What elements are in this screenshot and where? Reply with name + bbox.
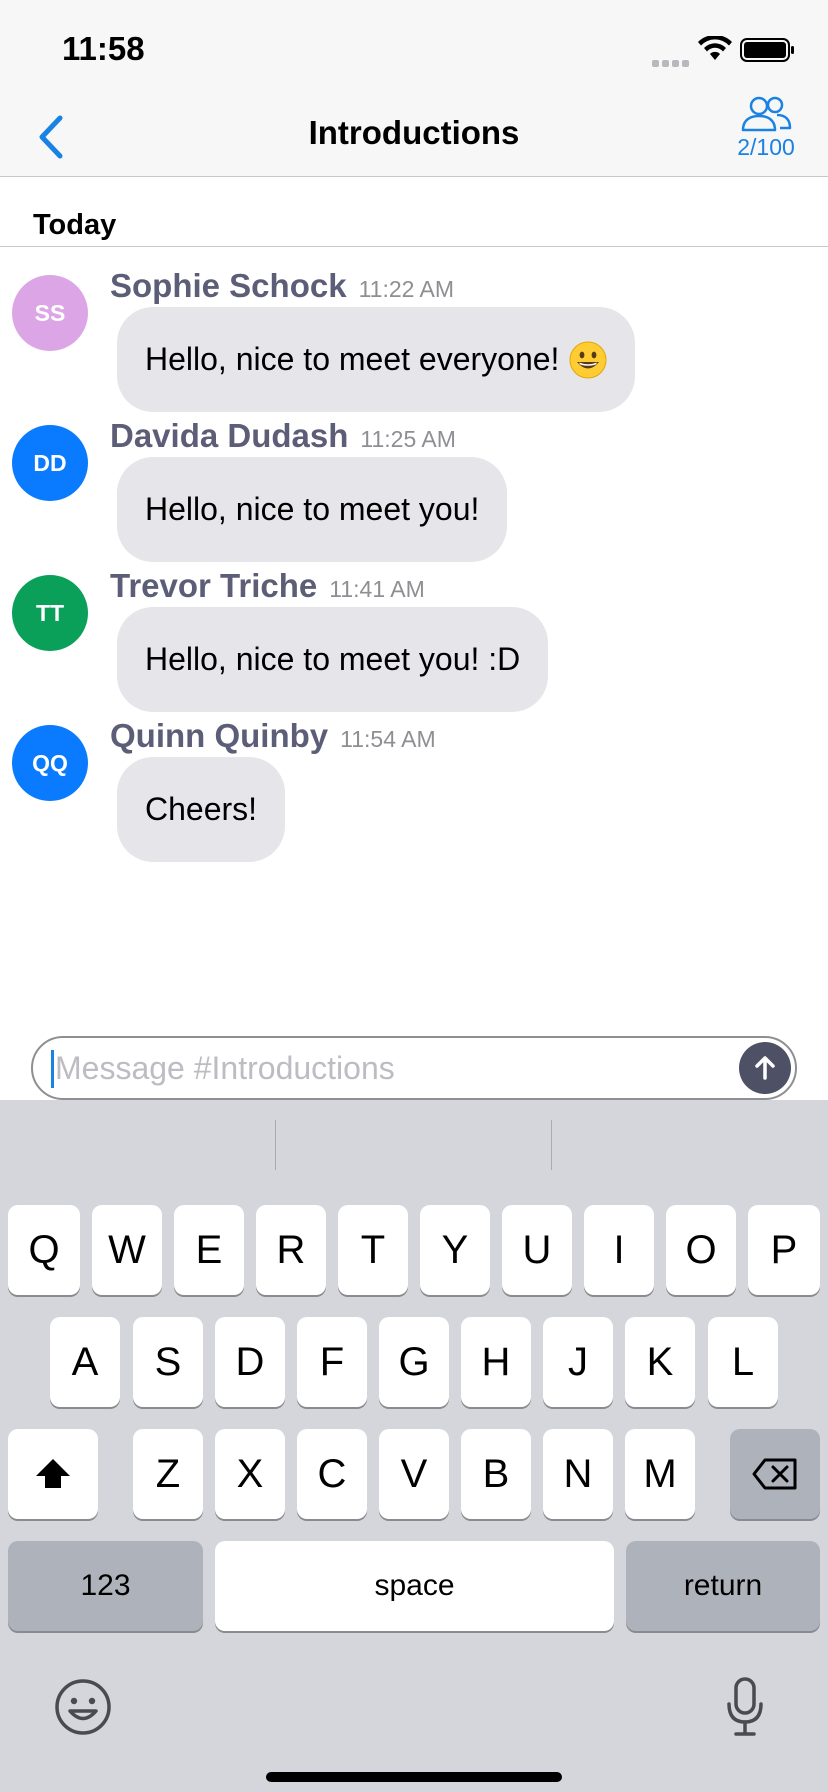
message-bubble[interactable]: Cheers!	[117, 757, 286, 862]
day-separator: Today	[0, 177, 828, 247]
message-text: Hello, nice to meet you! :D	[145, 641, 521, 677]
message-timestamp: 11:22 AM	[358, 276, 455, 302]
emoji-keyboard-icon[interactable]	[54, 1678, 112, 1736]
message-bubble[interactable]: Hello, nice to meet you!	[117, 457, 508, 562]
message-timestamp: 11:54 AM	[340, 726, 436, 752]
key-g[interactable]: G	[379, 1317, 449, 1407]
members-count: 2/100	[737, 134, 795, 160]
delete-key[interactable]	[730, 1429, 820, 1519]
back-button[interactable]	[30, 110, 80, 164]
people-icon	[741, 96, 792, 132]
avatar[interactable]: TT	[12, 575, 88, 651]
key-i[interactable]: I	[584, 1205, 654, 1295]
message-composer	[31, 1036, 797, 1100]
key-a[interactable]: A	[50, 1317, 120, 1407]
message-text: Cheers!	[145, 791, 258, 827]
microphone-icon[interactable]	[725, 1676, 765, 1738]
key-s[interactable]: S	[133, 1317, 203, 1407]
channel-title: Introductions	[308, 114, 520, 151]
key-o[interactable]: O	[666, 1205, 736, 1295]
sender-name[interactable]: Sophie Schock	[110, 267, 347, 304]
grinning-face-emoji-icon	[569, 341, 607, 378]
key-q[interactable]: Q	[8, 1205, 80, 1295]
key-e[interactable]: E	[174, 1205, 244, 1295]
key-d[interactable]: D	[215, 1317, 285, 1407]
send-button[interactable]	[739, 1042, 791, 1094]
key-j[interactable]: J	[543, 1317, 613, 1407]
key-h[interactable]: H	[461, 1317, 531, 1407]
message-bubble[interactable]: Hello, nice to meet you! :D	[117, 607, 549, 712]
shift-arrow-icon	[36, 1459, 70, 1488]
backspace-icon	[752, 1458, 797, 1490]
message-timestamp: 11:25 AM	[360, 426, 456, 452]
navigation-bar: Introductions 2/100	[0, 96, 828, 177]
day-label: Today	[33, 209, 117, 241]
key-u[interactable]: U	[502, 1205, 572, 1295]
return-key[interactable]: return	[626, 1541, 820, 1631]
numbers-key[interactable]: 123	[8, 1541, 203, 1631]
key-w[interactable]: W	[92, 1205, 162, 1295]
key-v[interactable]: V	[379, 1429, 449, 1519]
key-z[interactable]: Z	[133, 1429, 203, 1519]
message-header: Trevor Triche 11:41 AM	[110, 567, 425, 605]
message-header: Quinn Quinby 11:54 AM	[110, 717, 436, 755]
message-bubble[interactable]: Hello, nice to meet everyone!	[117, 307, 636, 412]
avatar[interactable]: SS	[12, 275, 88, 351]
shift-key[interactable]	[8, 1429, 98, 1519]
home-indicator[interactable]	[266, 1772, 562, 1782]
battery-icon	[740, 38, 794, 62]
cellular-signal-icon	[652, 54, 692, 67]
message-timestamp: 11:41 AM	[329, 576, 425, 602]
key-n[interactable]: N	[543, 1429, 613, 1519]
wifi-icon	[698, 36, 732, 60]
space-key[interactable]: space	[215, 1541, 614, 1631]
key-y[interactable]: Y	[420, 1205, 490, 1295]
message-text: Hello, nice to meet everyone!	[145, 341, 560, 377]
suggestion-divider	[551, 1120, 552, 1170]
keyboard: Q W E R T Y U I O P A S D F G H J K L Z …	[0, 1100, 828, 1792]
key-x[interactable]: X	[215, 1429, 285, 1519]
arrow-up-icon	[755, 1056, 775, 1080]
key-t[interactable]: T	[338, 1205, 408, 1295]
message-header: Davida Dudash 11:25 AM	[110, 417, 456, 455]
key-k[interactable]: K	[625, 1317, 695, 1407]
suggestion-divider	[275, 1120, 276, 1170]
key-m[interactable]: M	[625, 1429, 695, 1519]
avatar[interactable]: QQ	[12, 725, 88, 801]
key-f[interactable]: F	[297, 1317, 367, 1407]
sender-name[interactable]: Trevor Triche	[110, 567, 317, 604]
message-text: Hello, nice to meet you!	[145, 491, 480, 527]
avatar[interactable]: DD	[12, 425, 88, 501]
text-caret	[51, 1050, 54, 1088]
message-input[interactable]	[55, 1038, 735, 1098]
members-button[interactable]: 2/100	[712, 94, 820, 172]
status-bar: 11:58	[0, 0, 828, 100]
chevron-left-icon	[39, 115, 63, 159]
key-c[interactable]: C	[297, 1429, 367, 1519]
key-b[interactable]: B	[461, 1429, 531, 1519]
status-time: 11:58	[62, 30, 145, 67]
sender-name[interactable]: Davida Dudash	[110, 417, 348, 454]
key-l[interactable]: L	[708, 1317, 778, 1407]
key-r[interactable]: R	[256, 1205, 326, 1295]
key-p[interactable]: P	[748, 1205, 820, 1295]
message-header: Sophie Schock 11:22 AM	[110, 267, 454, 305]
sender-name[interactable]: Quinn Quinby	[110, 717, 328, 754]
